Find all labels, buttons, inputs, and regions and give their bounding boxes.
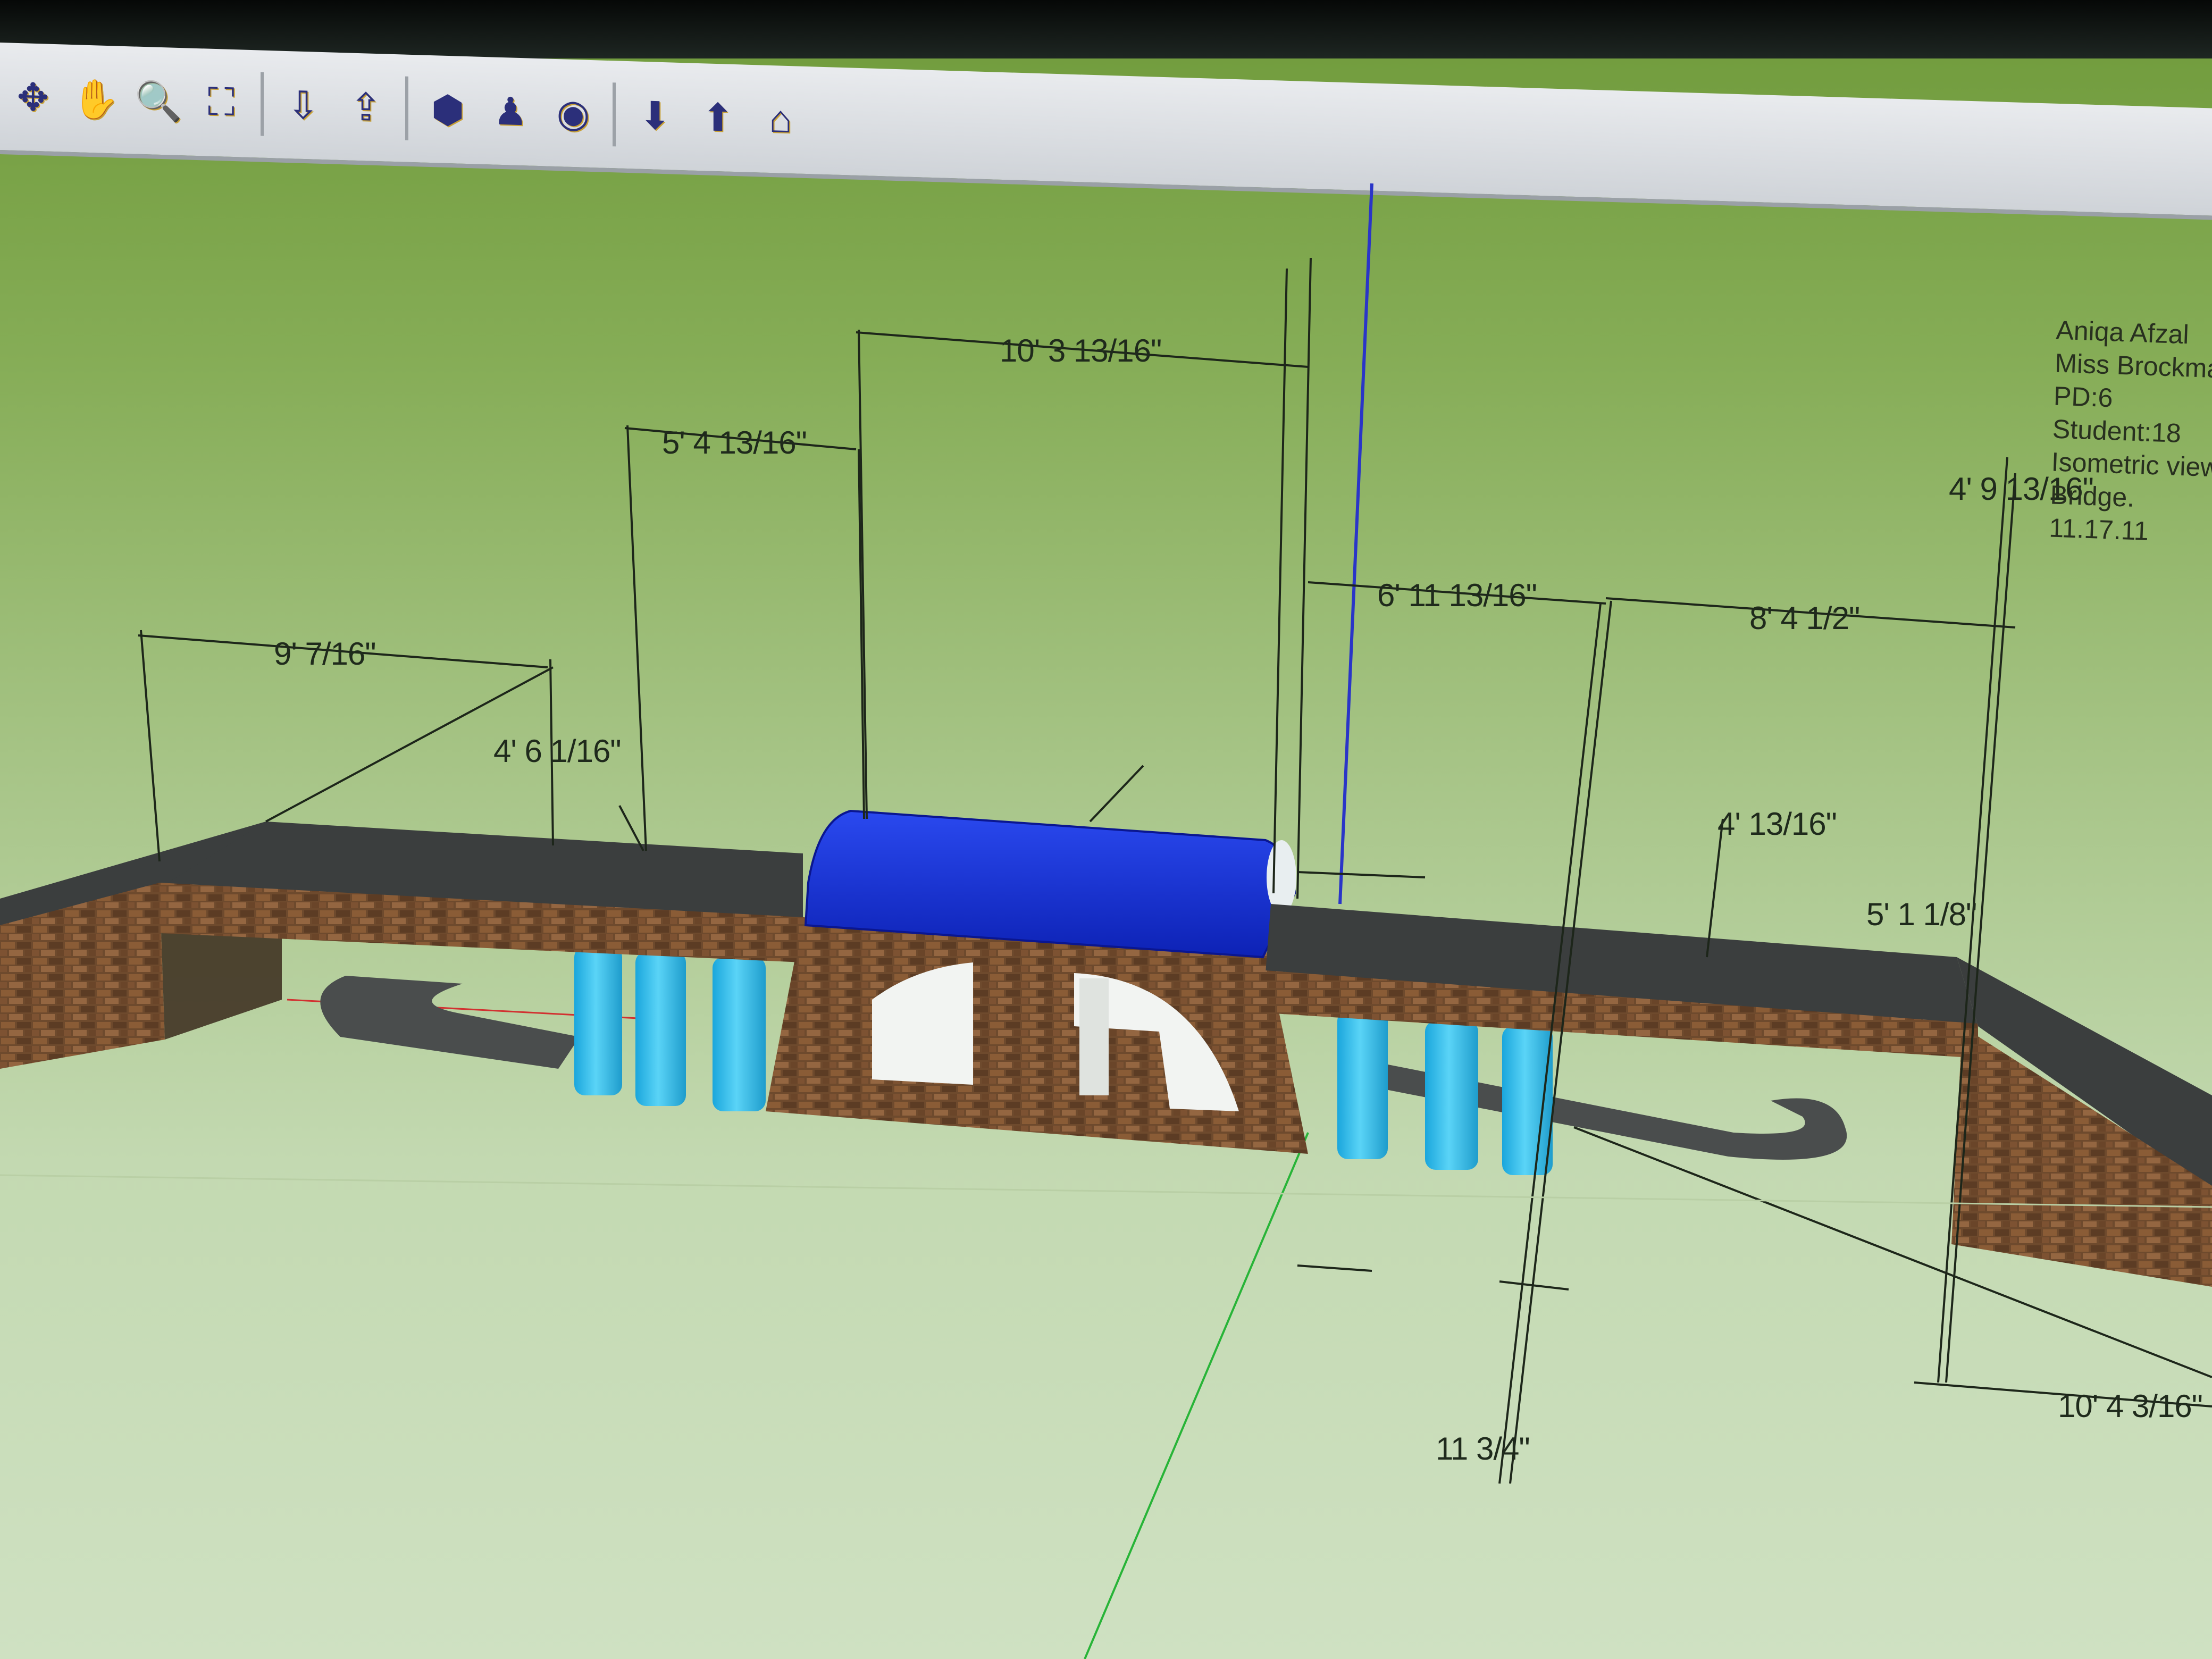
sketchup-screen: ✥ ✋ 🔍 ⛶ ⇩ ⇪ ⬢ ♟ ◉ ⬇ ⬆ ⌂ 9' 7/16" 4' 6 1/…: [0, 0, 2212, 1659]
note-period: PD:6: [2053, 381, 2114, 413]
road-curve-left: [320, 976, 580, 1069]
blue-axis: [1338, 183, 1373, 904]
pillars-left: [574, 946, 766, 1111]
dim-label: 4' 13/16": [1717, 806, 1837, 842]
note-date: 11.17.11: [2048, 513, 2149, 546]
dim-label: 4' 6 1/16": [493, 733, 622, 769]
note-name: Aniqa Afzal: [2055, 315, 2190, 350]
dim-label: 6' 11 13/16": [1377, 577, 1537, 613]
note-view: Isometric view: [2050, 447, 2212, 483]
ground-line: [0, 1174, 2212, 1208]
arch-column: [1079, 978, 1109, 1095]
pillars-right: [1337, 1010, 1553, 1175]
dim-label: 11 3/4": [1436, 1431, 1530, 1467]
model-viewport[interactable]: [0, 0, 2212, 1659]
note-subject: Bridge.: [2049, 480, 2135, 513]
dim-label: 10' 3 13/16": [1000, 333, 1162, 368]
dim-label: 8' 4 1/2": [1749, 600, 1860, 636]
dim-label: 5' 1 1/8": [1866, 896, 1977, 932]
note-student: Student:18: [2052, 414, 2182, 448]
dim-label: 9' 7/16": [274, 636, 376, 672]
dim-label: 5' 4 13/16": [662, 425, 807, 460]
roof-end: [1267, 840, 1296, 915]
note-teacher: Miss Brockma: [2054, 348, 2212, 384]
dim-label: 10' 4 3/16": [2058, 1388, 2203, 1424]
green-axis: [1084, 1132, 1309, 1659]
title-note: Aniqa Afzal Miss Brockma PD:6 Student:18…: [2049, 314, 2212, 550]
